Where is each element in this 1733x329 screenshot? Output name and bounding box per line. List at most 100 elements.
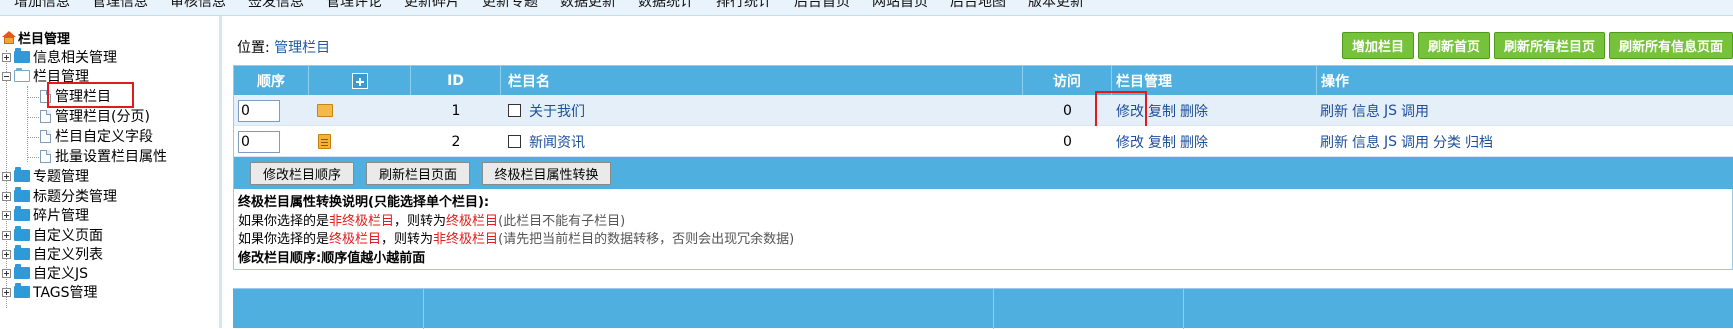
refresh-all-info-pages-button[interactable]: 刷新所有信息页面 [1608, 32, 1733, 59]
folder-icon [14, 187, 30, 202]
sidebar-item-label: 栏目自定义字段 [55, 129, 153, 145]
info-link[interactable]: 信息 [1352, 132, 1380, 152]
tree-root[interactable]: 栏目管理 [2, 28, 70, 47]
highlight-box [1095, 91, 1147, 129]
sidebar-item-label: 批量设置栏目属性 [55, 149, 167, 165]
row-checkbox[interactable] [508, 135, 521, 148]
home-icon [2, 30, 16, 44]
nav-sign-info[interactable]: 签发信息 [248, 0, 304, 11]
action-bar: 修改栏目顺序 刷新栏目页面 终极栏目属性转换 [234, 157, 1733, 189]
call-link[interactable]: 调用 [1401, 132, 1429, 152]
sidebar-item-tags[interactable]: TAGS管理 [2, 283, 98, 301]
refresh-link[interactable]: 刷新 [1320, 132, 1348, 152]
convert-terminal-attr-button[interactable]: 终极栏目属性转换 [482, 162, 611, 185]
folder-icon [14, 245, 30, 260]
sidebar-item-manage-columns-paged[interactable]: 管理栏目(分页) [40, 107, 150, 125]
expand-icon[interactable] [2, 52, 11, 62]
breadcrumb: 位置: 管理栏目 [237, 37, 330, 57]
note-hint: (请先把当前栏目的数据转移，否则会出现冗余数据) [498, 232, 795, 247]
nav-rank-stats[interactable]: 排行统计 [716, 0, 772, 11]
second-table-header [233, 288, 1733, 329]
expand-icon[interactable] [2, 230, 11, 240]
note-hint: (此栏目不能有子栏目) [498, 213, 626, 229]
row-checkbox[interactable] [508, 104, 521, 117]
folder-icon [14, 283, 30, 298]
expand-icon[interactable] [2, 268, 11, 278]
info-link[interactable]: 信息 [1352, 101, 1380, 121]
page-icon [40, 149, 51, 163]
js-link[interactable]: JS [1384, 134, 1397, 150]
sidebar-item-title-categories[interactable]: 标题分类管理 [2, 187, 117, 205]
nav-data-stats[interactable]: 数据统计 [638, 0, 694, 11]
note-highlight: 终极栏目 [329, 232, 382, 247]
nav-review-info[interactable]: 审核信息 [170, 0, 226, 11]
note-icon [318, 134, 331, 149]
notes-section: 终极栏目属性转换说明(只能选择单个栏目): 如果你选择的是非终极栏目，则转为终极… [238, 194, 794, 268]
collapse-icon[interactable] [2, 71, 11, 81]
nav-manage-comments[interactable]: 管理评论 [326, 0, 382, 11]
sidebar-item-label: 标题分类管理 [33, 189, 117, 205]
column-name-link[interactable]: 新闻资讯 [529, 132, 585, 152]
nav-update-fragments[interactable]: 更新碎片 [404, 0, 460, 11]
order-input[interactable] [238, 130, 280, 153]
delete-link[interactable]: 删除 [1180, 101, 1208, 121]
top-action-buttons: 增加栏目 刷新首页 刷新所有栏目页 刷新所有信息页面 [1341, 32, 1733, 59]
sidebar-item-label: 信息相关管理 [33, 50, 117, 66]
expand-icon[interactable] [2, 287, 11, 297]
nav-manage-info[interactable]: 管理信息 [92, 0, 148, 11]
note-text: ，则转为 [381, 232, 434, 247]
refresh-home-button[interactable]: 刷新首页 [1417, 32, 1490, 59]
nav-data-update[interactable]: 数据更新 [560, 0, 616, 11]
notes-line-3: 修改栏目顺序:顺序值越小越前面 [238, 250, 426, 266]
category-link[interactable]: 分类 [1433, 132, 1461, 152]
column-name-link[interactable]: 关于我们 [529, 101, 585, 121]
sidebar-item-custom-pages[interactable]: 自定义页面 [2, 226, 103, 244]
folder-icon [317, 104, 333, 117]
js-link[interactable]: JS [1384, 103, 1397, 119]
expand-all-icon[interactable] [351, 72, 368, 89]
sidebar-item-label: TAGS管理 [33, 285, 98, 301]
call-link[interactable]: 调用 [1401, 101, 1429, 121]
copy-link[interactable]: 复制 [1148, 101, 1176, 121]
sidebar-item-batch-column-attrs[interactable]: 批量设置栏目属性 [40, 147, 167, 165]
add-column-button[interactable]: 增加栏目 [1341, 32, 1414, 59]
expand-icon[interactable] [2, 249, 11, 259]
note-text: 如果你选择的是 [238, 213, 330, 229]
refresh-link[interactable]: 刷新 [1320, 101, 1348, 121]
nav-update-topics[interactable]: 更新专题 [482, 0, 538, 11]
refresh-all-column-pages-button[interactable]: 刷新所有栏目页 [1493, 32, 1605, 59]
notes-line-1: 如果你选择的是非终极栏目，则转为终极栏目(此栏目不能有子栏目) [238, 213, 794, 232]
folder-icon [14, 48, 30, 63]
archive-link[interactable]: 归档 [1465, 132, 1493, 152]
edit-link[interactable]: 修改 [1116, 132, 1144, 152]
folder-open-icon [14, 68, 30, 82]
copy-link[interactable]: 复制 [1148, 132, 1176, 152]
folder-icon [14, 226, 30, 241]
breadcrumb-prefix: 位置: [237, 40, 270, 56]
sidebar-item-info-related[interactable]: 信息相关管理 [2, 48, 117, 66]
nav-admin-home[interactable]: 后台首页 [794, 0, 850, 11]
breadcrumb-link[interactable]: 管理栏目 [274, 40, 330, 56]
order-input[interactable] [238, 99, 280, 122]
folder-icon [14, 264, 30, 279]
sidebar-item-label: 自定义JS [33, 266, 89, 282]
sidebar-item-fragments[interactable]: 碎片管理 [2, 206, 89, 224]
delete-link[interactable]: 删除 [1180, 132, 1208, 152]
nav-site-home[interactable]: 网站首页 [872, 0, 928, 11]
modify-order-button[interactable]: 修改栏目顺序 [250, 162, 354, 185]
nav-version-update[interactable]: 版本更新 [1028, 0, 1084, 11]
sidebar-item-topics[interactable]: 专题管理 [2, 167, 89, 185]
expand-icon[interactable] [2, 171, 11, 181]
nav-add-info[interactable]: 增加信息 [14, 0, 70, 11]
header-name: 栏目名 [501, 66, 1023, 95]
header-ops: 操作 [1321, 73, 1349, 90]
sidebar-item-custom-js[interactable]: 自定义JS [2, 264, 88, 282]
header-expand [309, 66, 411, 95]
row-id: 2 [451, 133, 461, 150]
refresh-column-page-button[interactable]: 刷新栏目页面 [366, 162, 470, 185]
nav-admin-map[interactable]: 后台地图 [950, 0, 1006, 11]
expand-icon[interactable] [2, 210, 11, 220]
sidebar-item-custom-lists[interactable]: 自定义列表 [2, 245, 103, 263]
expand-icon[interactable] [2, 191, 11, 201]
sidebar-item-column-custom-fields[interactable]: 栏目自定义字段 [40, 127, 153, 145]
